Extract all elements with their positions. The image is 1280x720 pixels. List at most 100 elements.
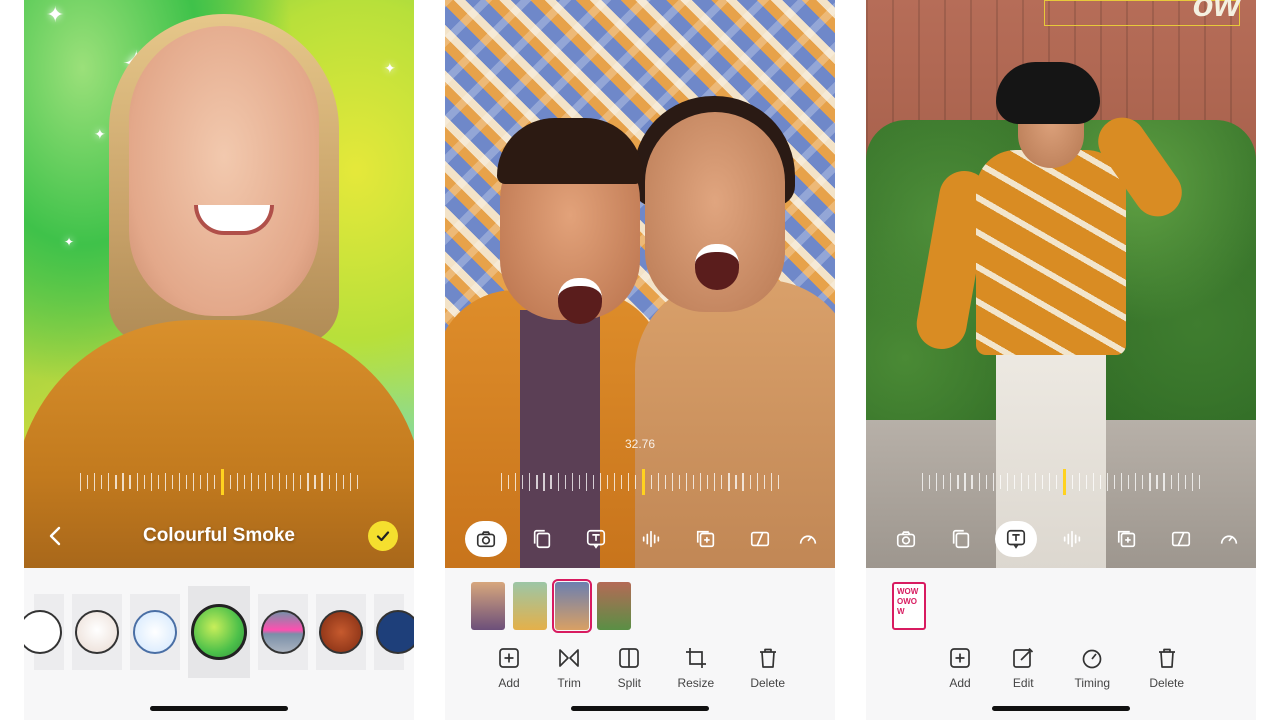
- camera-tool-button[interactable]: [886, 521, 926, 557]
- back-button[interactable]: [42, 522, 68, 550]
- effect-partial-face[interactable]: [24, 594, 64, 670]
- effect-cartoon-face[interactable]: [72, 594, 122, 670]
- text-tool-button[interactable]: [576, 521, 616, 557]
- crop-aspect-tool-button[interactable]: [740, 521, 780, 557]
- speed-tool-button[interactable]: [795, 521, 819, 557]
- timing-button[interactable]: Timing: [1075, 646, 1110, 690]
- timeline-tick: [571, 473, 573, 491]
- split-button[interactable]: Split: [617, 646, 641, 690]
- timeline-scrubber[interactable]: [501, 469, 779, 495]
- timeline-tick: [550, 475, 552, 489]
- playhead-marker[interactable]: [221, 469, 224, 495]
- timeline-tick: [314, 475, 316, 489]
- timeline-tick: [999, 475, 1001, 489]
- text-actions: Add Edit Timing Delete: [866, 646, 1256, 690]
- trash-icon: [1158, 648, 1175, 668]
- confirm-button[interactable]: [368, 521, 398, 551]
- effect-thumb: [319, 610, 363, 654]
- timeline-tick: [978, 473, 980, 491]
- timeline-scrubber[interactable]: [80, 469, 358, 495]
- timeline-tick: [108, 473, 110, 491]
- timeline-tick: [1092, 473, 1094, 491]
- audio-icon: [642, 530, 660, 548]
- timeline-scrubber[interactable]: [922, 469, 1200, 495]
- timeline-tick: [685, 473, 688, 491]
- speed-tool-button[interactable]: [1216, 521, 1240, 557]
- timeline-tick: [564, 475, 566, 489]
- home-indicator: [150, 706, 288, 711]
- effect-smiley-face[interactable]: [130, 594, 180, 670]
- timeline-tick: [1156, 475, 1158, 489]
- clip-thumbnail-selected[interactable]: [552, 579, 592, 633]
- audio-tool-button[interactable]: [1052, 521, 1092, 557]
- timeline-tick: [321, 473, 323, 491]
- effects-carousel[interactable]: [24, 586, 414, 678]
- timeline-tick: [1042, 475, 1044, 489]
- delete-label: Delete: [750, 676, 785, 690]
- playhead-marker[interactable]: [642, 469, 645, 495]
- timeline-tick: [236, 473, 238, 491]
- subject-mouth: [558, 278, 602, 324]
- crop-aspect-tool-button[interactable]: [1161, 521, 1201, 557]
- edit-button[interactable]: Edit: [1011, 646, 1035, 690]
- resize-button[interactable]: Resize: [677, 646, 714, 690]
- trim-button[interactable]: Trim: [557, 646, 581, 690]
- crop-icon: [685, 648, 706, 668]
- add-clip-icon: [696, 530, 714, 548]
- add-button[interactable]: Add: [948, 646, 972, 690]
- effect-blue-figure[interactable]: [374, 594, 414, 670]
- timeline-tick: [229, 475, 231, 489]
- text-clip-line: OWO: [897, 597, 917, 606]
- timeline-tick: [714, 473, 716, 491]
- delete-button[interactable]: Delete: [1149, 646, 1184, 690]
- playhead-marker[interactable]: [1063, 469, 1066, 495]
- text-clip-thumbnail[interactable]: WOW OWO W: [892, 582, 926, 630]
- effect-colourful-smoke[interactable]: [188, 586, 250, 678]
- home-indicator: [992, 706, 1130, 711]
- duplicate-tool-button[interactable]: [522, 521, 562, 557]
- plus-square-icon: [499, 648, 519, 668]
- audio-tool-button[interactable]: [631, 521, 671, 557]
- delete-button[interactable]: Delete: [750, 646, 785, 690]
- filter-bar: Colourful Smoke: [24, 508, 414, 564]
- add-button[interactable]: Add: [497, 646, 521, 690]
- timeline-tick: [929, 475, 931, 489]
- timeline-tick: [1035, 473, 1037, 491]
- camera-tool-button[interactable]: [465, 521, 507, 557]
- timeline-tick: [606, 475, 609, 489]
- timeline-tick: [328, 475, 330, 489]
- subject-hat: [996, 62, 1100, 124]
- speed-icon: [799, 535, 817, 544]
- clip-thumbnail[interactable]: [471, 582, 505, 630]
- timeline-tick: [599, 473, 602, 491]
- effects-tray: [24, 568, 414, 720]
- timeline-tick: [650, 475, 652, 489]
- checkmark-icon: [376, 531, 390, 542]
- timeline-tick: [243, 475, 245, 489]
- text-sticker[interactable]: ow: [1193, 0, 1240, 25]
- timeline-tick: [122, 473, 124, 491]
- timeline-tick: [756, 473, 758, 491]
- effect-glitch[interactable]: [258, 594, 308, 670]
- timeline-tick: [957, 475, 959, 489]
- timeline-tick: [578, 475, 580, 489]
- timeline-tick: [922, 473, 924, 491]
- timeline-tick: [635, 475, 637, 489]
- effect-red-face[interactable]: [316, 594, 366, 670]
- timeline-tick: [101, 475, 103, 489]
- timeline-tick: [777, 475, 779, 489]
- timeline-tick: [964, 473, 966, 491]
- timeline-tick: [628, 473, 630, 491]
- add-clip-tool-button[interactable]: [686, 521, 726, 557]
- duplicate-icon: [952, 529, 969, 549]
- add-clip-tool-button[interactable]: [1107, 521, 1147, 557]
- timeline-tick: [257, 475, 260, 489]
- duplicate-tool-button[interactable]: [941, 521, 981, 557]
- sparkle-icon: ✦: [64, 235, 75, 249]
- trim-label: Trim: [557, 676, 581, 690]
- text-tool-button[interactable]: [995, 521, 1038, 557]
- clip-thumbnail[interactable]: [513, 582, 547, 630]
- trash-icon: [759, 648, 776, 668]
- timeline-tick: [1142, 475, 1144, 489]
- clip-thumbnail[interactable]: [597, 582, 631, 630]
